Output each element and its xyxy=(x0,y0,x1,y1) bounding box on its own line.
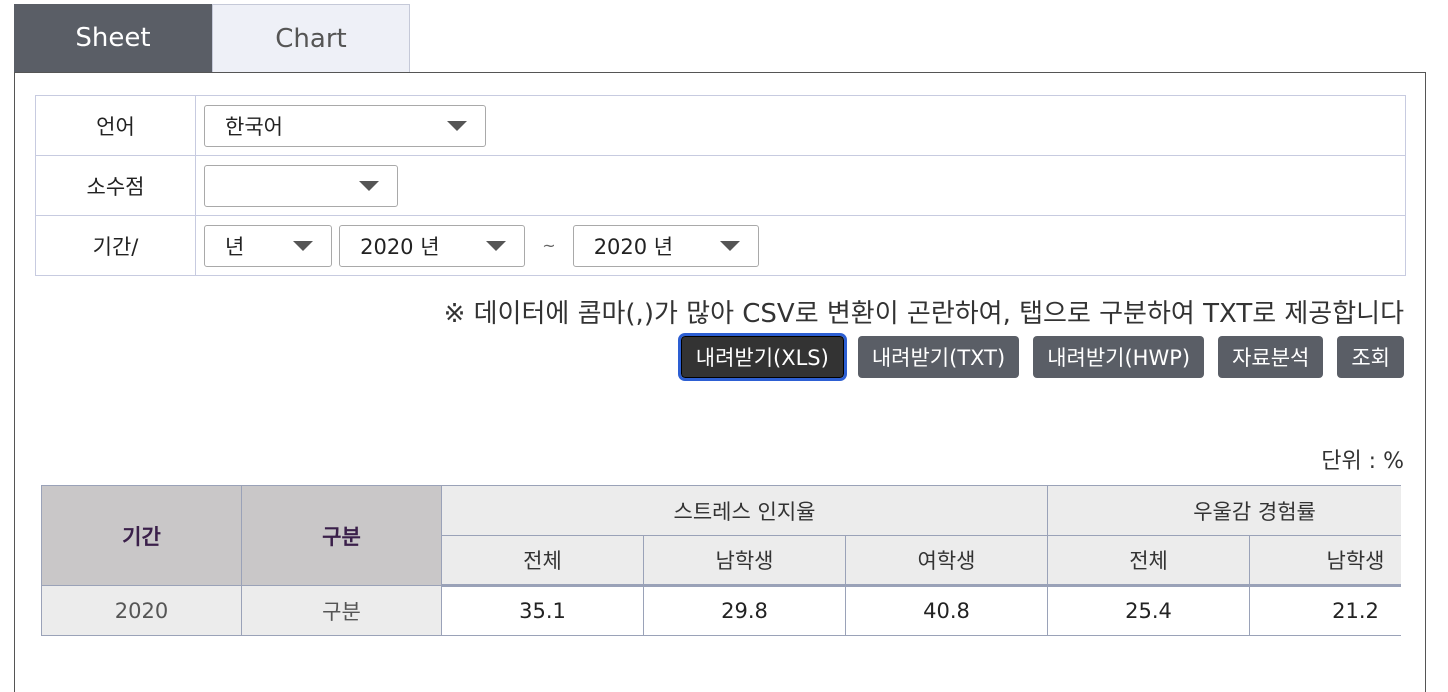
download-notice: ※ 데이터에 콤마(,)가 많아 CSV로 변환이 곤란하여, 탭으로 구분하여… xyxy=(443,299,1404,329)
tab-chart[interactable]: Chart xyxy=(212,4,410,72)
download-xls-button[interactable]: 내려받기(XLS) xyxy=(677,333,847,381)
group-header-depression: 우울감 경험률 xyxy=(1047,485,1401,536)
chevron-down-icon xyxy=(447,120,467,131)
language-label: 언어 xyxy=(35,95,196,156)
sheet-panel: 언어 한국어 소수점 기간/ 년 2020 년 ~ 2020 년 ※ 데이터에 … xyxy=(14,72,1426,692)
table-cell: 21.2 xyxy=(1249,585,1401,636)
sub-header: 전체 xyxy=(1047,535,1251,587)
row-period: 2020 xyxy=(41,585,242,636)
period-label: 기간/ xyxy=(35,215,196,276)
table-cell: 40.8 xyxy=(844,585,1049,636)
period-unit-select[interactable]: 년 xyxy=(204,224,332,267)
period-end-select[interactable]: 2020 년 xyxy=(572,224,759,267)
chevron-down-icon xyxy=(293,240,313,251)
tab-sheet[interactable]: Sheet xyxy=(14,4,212,72)
decimal-label: 소수점 xyxy=(35,155,196,216)
table-cell: 25.4 xyxy=(1047,585,1251,636)
sub-header: 여학생 xyxy=(844,535,1049,587)
row-category: 구분 xyxy=(241,585,442,636)
sub-header: 전체 xyxy=(441,535,644,587)
language-select-value: 한국어 xyxy=(225,114,283,139)
column-header-period: 기간 xyxy=(41,485,242,586)
download-hwp-button[interactable]: 내려받기(HWP) xyxy=(1033,336,1205,378)
period-start-value: 2020 년 xyxy=(360,234,440,259)
search-button[interactable]: 조회 xyxy=(1337,336,1404,378)
table-row: 2020 구분 35.1 29.8 40.8 25.4 21.2 xyxy=(41,585,1401,636)
tab-bar: Sheet Chart xyxy=(14,4,410,72)
period-end-value: 2020 년 xyxy=(593,234,674,259)
table-cell: 35.1 xyxy=(441,585,644,636)
sub-header: 남학생 xyxy=(643,535,846,587)
data-analysis-button[interactable]: 자료분석 xyxy=(1218,336,1324,378)
download-txt-button[interactable]: 내려받기(TXT) xyxy=(857,336,1020,378)
period-tilde: ~ xyxy=(542,236,556,255)
sub-header: 남학생 xyxy=(1249,535,1401,587)
group-header-stress: 스트레스 인지율 xyxy=(440,485,1049,536)
column-header-category: 구분 xyxy=(241,485,442,586)
language-select[interactable]: 한국어 xyxy=(204,104,486,147)
options-form: 언어 한국어 소수점 기간/ 년 2020 년 ~ 2020 년 xyxy=(35,95,1406,276)
chevron-down-icon xyxy=(719,240,740,251)
data-table: 기간 구분 스트레스 인지율 우울감 경험률 전체 남학생 여학생 전체 남학생… xyxy=(41,485,1401,636)
chevron-down-icon xyxy=(486,240,507,251)
decimal-select[interactable] xyxy=(204,164,398,207)
period-unit-value: 년 xyxy=(225,234,245,259)
chevron-down-icon xyxy=(359,180,379,191)
period-start-select[interactable]: 2020 년 xyxy=(339,224,526,267)
unit-label: 단위 : % xyxy=(1321,449,1404,474)
table-cell: 29.8 xyxy=(643,585,846,636)
action-buttons: 내려받기(XLS) 내려받기(TXT) 내려받기(HWP) 자료분석 조회 xyxy=(677,333,1404,381)
data-table-wrap: 기간 구분 스트레스 인지율 우울감 경험률 전체 남학생 여학생 전체 남학생… xyxy=(41,485,1401,640)
